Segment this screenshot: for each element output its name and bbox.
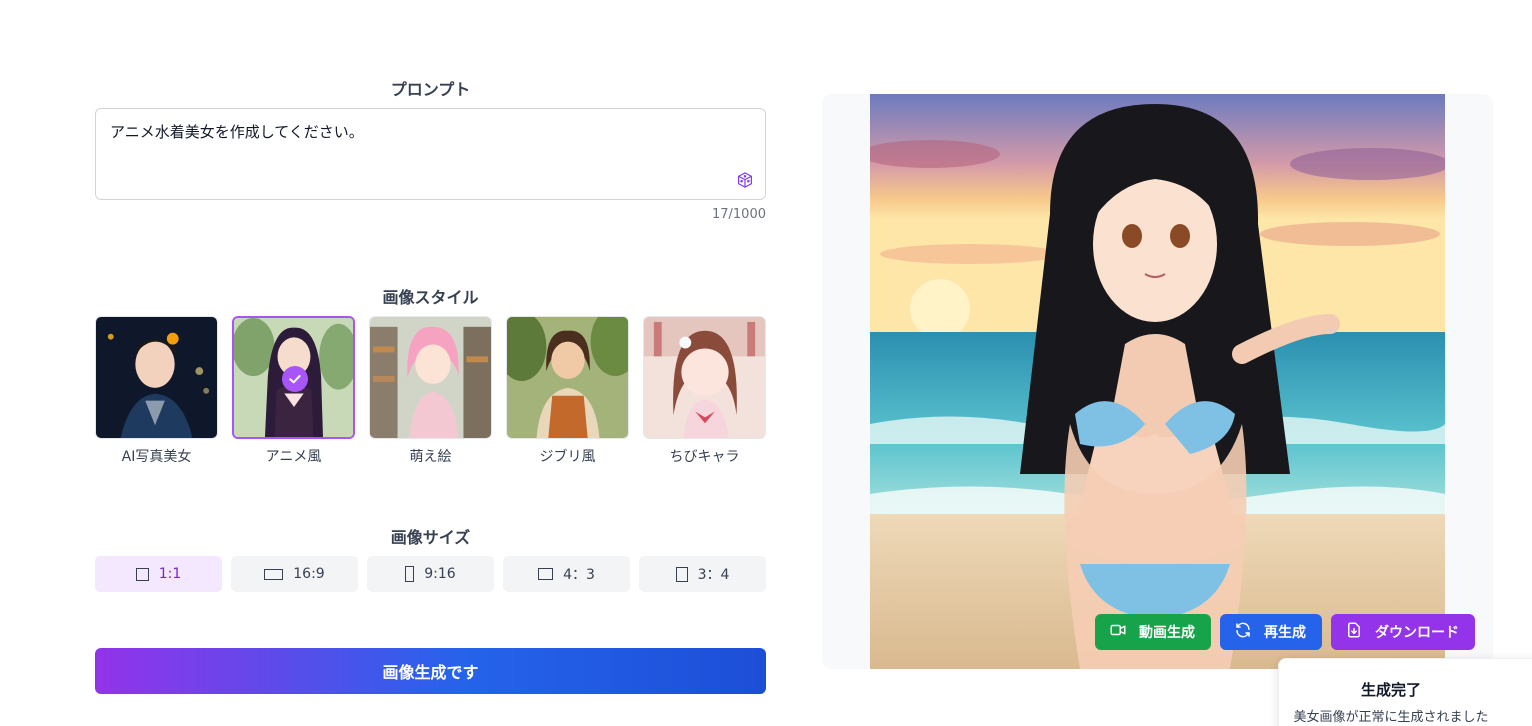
style-option-ghibli[interactable]: ジブリ風 <box>506 316 629 466</box>
size-label: 1:1 <box>158 566 182 582</box>
style-thumb-ghibli[interactable] <box>506 316 629 439</box>
landscape-shape-icon <box>538 568 554 580</box>
size-label: 16:9 <box>293 566 325 582</box>
size-option-16-9[interactable]: 16:9 <box>231 556 358 592</box>
video-button-label: 動画生成 <box>1139 625 1195 641</box>
style-option-chibi[interactable]: ちびキャラ <box>643 316 766 466</box>
style-label: 萌え絵 <box>409 449 452 465</box>
selected-check-icon <box>282 366 308 392</box>
random-dice-icon[interactable] <box>736 171 754 189</box>
prompt-input[interactable]: アニメ水着美女を作成してください。 <box>95 108 766 200</box>
size-option-4-3[interactable]: 4：3 <box>503 556 630 592</box>
size-options: 1:1 16:9 9:16 4：3 3：4 <box>95 556 766 592</box>
generated-image <box>870 94 1445 669</box>
style-label: アニメ風 <box>265 449 322 465</box>
generate-image-button[interactable]: 画像生成です <box>95 648 766 694</box>
style-option-ai-photo[interactable]: AI写真美女 <box>95 316 218 466</box>
style-label: ジブリ風 <box>539 449 596 465</box>
landscape-shape-icon <box>264 568 284 580</box>
success-toast: 生成完了 美女画像が正常に生成されました <box>1278 658 1532 726</box>
size-option-3-4[interactable]: 3：4 <box>639 556 766 592</box>
download-file-icon <box>1345 621 1363 643</box>
app-root: プロンプト アニメ水着美女を作成してください。 17/1000 画像スタイル A… <box>0 0 1532 726</box>
size-label: 4：3 <box>563 567 595 583</box>
style-label: AI写真美女 <box>121 449 192 465</box>
prompt-text[interactable]: アニメ水着美女を作成してください。 <box>110 121 751 142</box>
portrait-shape-icon <box>675 566 688 582</box>
style-label: ちびキャラ <box>669 449 740 465</box>
char-counter: 17/1000 <box>711 207 766 222</box>
size-option-9-16[interactable]: 9:16 <box>367 556 494 592</box>
portrait-shape-icon <box>405 566 415 582</box>
toast-title: 生成完了 <box>1360 681 1421 699</box>
size-section-title: 画像サイズ <box>390 528 471 547</box>
regenerate-button-label: 再生成 <box>1264 625 1306 641</box>
style-thumb-ai-photo[interactable] <box>95 316 218 439</box>
style-options: AI写真美女 アニメ風 萌え絵 ジブリ風 ちびキャラ <box>95 316 766 466</box>
download-button-label: ダウンロード <box>1375 625 1459 641</box>
square-shape-icon <box>135 567 149 581</box>
prompt-title: プロンプト <box>390 80 471 99</box>
toast-message: 美女画像が正常に生成されました <box>1293 710 1489 725</box>
size-label: 9:16 <box>424 566 456 582</box>
style-thumb-chibi[interactable] <box>643 316 766 439</box>
style-section-title: 画像スタイル <box>382 288 479 307</box>
size-option-1-1[interactable]: 1:1 <box>95 556 222 592</box>
refresh-icon <box>1234 621 1252 643</box>
regenerate-button[interactable]: 再生成 <box>1220 614 1322 650</box>
generate-video-button[interactable]: 動画生成 <box>1095 614 1211 650</box>
style-thumb-moe[interactable] <box>369 316 492 439</box>
size-label: 3：4 <box>697 567 730 583</box>
style-option-moe[interactable]: 萌え絵 <box>369 316 492 466</box>
video-camera-icon <box>1109 621 1127 643</box>
download-button[interactable]: ダウンロード <box>1331 614 1475 650</box>
style-thumb-anime[interactable] <box>232 316 355 439</box>
style-option-anime[interactable]: アニメ風 <box>232 316 355 466</box>
